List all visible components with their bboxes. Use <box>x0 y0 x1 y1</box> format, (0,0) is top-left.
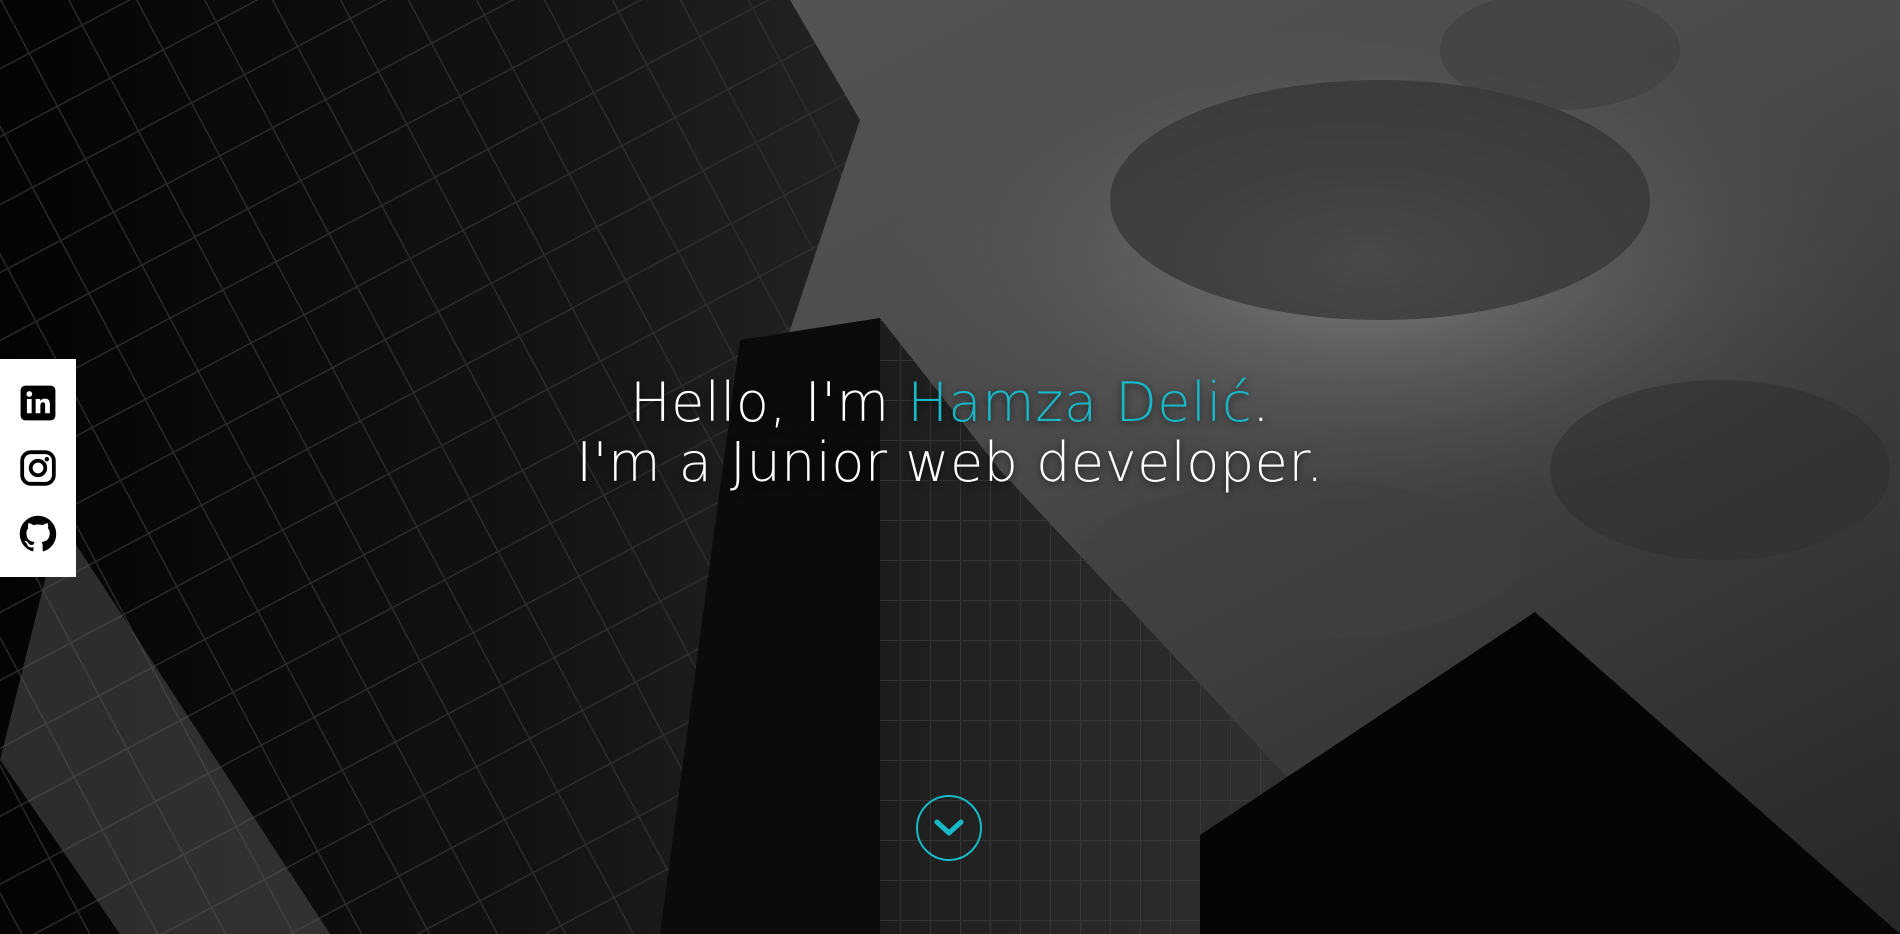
github-icon <box>19 515 57 551</box>
hero-section: Hello, I'm Hamza Delić. I'm a Junior web… <box>0 0 1900 934</box>
github-link[interactable] <box>16 512 60 556</box>
scroll-down-button[interactable] <box>916 795 982 861</box>
author-name: Hamza Delić <box>907 371 1253 434</box>
greeting-suffix: . <box>1252 371 1270 434</box>
greeting-line: Hello, I'm Hamza Delić. <box>0 373 1900 433</box>
hero-headline: Hello, I'm Hamza Delić. I'm a Junior web… <box>0 373 1900 493</box>
chevron-down-icon <box>934 819 964 836</box>
greeting-prefix: Hello, I'm <box>630 371 908 434</box>
tagline: I'm a Junior web developer. <box>576 431 1324 494</box>
